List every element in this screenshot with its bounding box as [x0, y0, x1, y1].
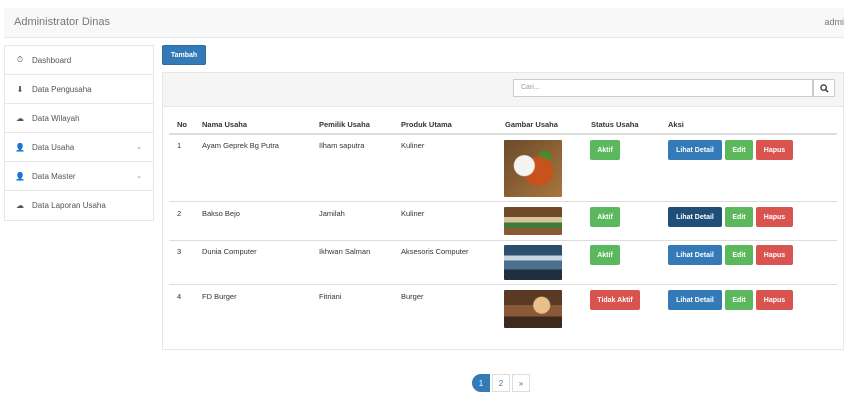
table-cell-nama: Bakso Bejo	[202, 209, 240, 218]
view-detail-button[interactable]: Lihat Detail	[668, 207, 722, 227]
panel-header: Cari...	[163, 73, 843, 107]
delete-button[interactable]: Hapus	[756, 290, 793, 310]
table-cell-produk: Kuliner	[401, 209, 425, 218]
row-divider	[169, 240, 837, 241]
column-header-aksi: Aksi	[668, 120, 684, 129]
business-image	[504, 207, 562, 235]
pagination: 1 2 »	[472, 374, 532, 392]
sidebar-item-label: Data Master	[32, 171, 76, 181]
search-button[interactable]	[813, 79, 835, 97]
brand-title[interactable]: Administrator Dinas	[14, 16, 110, 28]
column-header-pemilik-usaha: Pemilik Usaha	[319, 120, 370, 129]
page-1-button[interactable]: 1	[472, 374, 490, 392]
sidebar-item-label: Data Usaha	[32, 142, 75, 152]
row-divider	[169, 201, 837, 202]
sidebar-item-data-usaha[interactable]: 👤 Data Usaha ⌄	[5, 133, 153, 162]
status-badge: Aktif	[590, 140, 620, 160]
business-image	[504, 245, 562, 280]
delete-button[interactable]: Hapus	[756, 245, 793, 265]
sidebar-item-dashboard[interactable]: ⏱ Dashboard	[5, 46, 153, 75]
table-cell-produk: Kuliner	[401, 141, 425, 150]
table-cell-nama: FD Burger	[202, 292, 237, 301]
cloud-icon: ☁	[16, 201, 24, 210]
search-icon	[819, 83, 829, 93]
column-header-gambar-usaha: Gambar Usaha	[505, 120, 558, 129]
top-navbar: Administrator Dinas admi	[4, 8, 844, 38]
sidebar-item-label: Data Pengusaha	[32, 84, 92, 94]
sidebar-item-data-laporan-usaha[interactable]: ☁ Data Laporan Usaha	[5, 191, 153, 220]
column-header-no: No	[177, 120, 187, 129]
status-badge: Aktif	[590, 245, 620, 265]
table-cell-nama: Dunia Computer	[202, 247, 257, 256]
sidebar: ⏱ Dashboard ⬇ Data Pengusaha ☁ Data Wila…	[4, 45, 154, 221]
add-button[interactable]: Tambah	[162, 45, 206, 65]
delete-button[interactable]: Hapus	[756, 140, 793, 160]
user-icon: 👤	[15, 171, 25, 181]
sidebar-item-data-wilayah[interactable]: ☁ Data Wilayah	[5, 104, 153, 133]
column-header-status-usaha: Status Usaha	[591, 120, 639, 129]
user-icon: 👤	[15, 142, 25, 152]
delete-button[interactable]: Hapus	[756, 207, 793, 227]
sidebar-item-label: Data Wilayah	[32, 113, 80, 123]
edit-button[interactable]: Edit	[725, 290, 753, 310]
sidebar-item-label: Data Laporan Usaha	[32, 201, 106, 210]
column-header-produk-utama: Produk Utama	[401, 120, 452, 129]
column-header-nama-usaha: Nama Usaha	[202, 120, 248, 129]
row-divider	[169, 284, 837, 285]
business-image	[504, 140, 562, 197]
table-cell-pemilik: Ilham saputra	[319, 141, 365, 150]
edit-button[interactable]: Edit	[725, 140, 753, 160]
table-cell-pemilik: Ikhwan Salman	[319, 247, 371, 256]
cloud-icon: ☁	[16, 113, 24, 123]
table-cell-produk: Burger	[401, 292, 424, 301]
business-image	[504, 290, 562, 328]
table-cell-produk: Aksesoris Computer	[401, 247, 469, 256]
table-cell-no: 1	[177, 141, 182, 150]
view-detail-button[interactable]: Lihat Detail	[668, 245, 722, 265]
edit-button[interactable]: Edit	[725, 207, 753, 227]
download-icon: ⬇	[16, 84, 24, 94]
search-input[interactable]: Cari...	[513, 79, 813, 97]
chevron-down-icon: ⌄	[136, 144, 142, 151]
next-page-button[interactable]: »	[512, 374, 530, 392]
table-cell-no: 4	[177, 292, 182, 301]
chevron-down-icon: ⌄	[136, 173, 142, 180]
table-cell-pemilik: Fitriani	[319, 292, 342, 301]
page-2-button[interactable]: 2	[492, 374, 510, 392]
header-divider	[169, 133, 837, 135]
data-table-panel: Cari... No Nama Usaha Pemilik Usaha Prod…	[162, 72, 844, 350]
table-cell-pemilik: Jamilah	[319, 209, 345, 218]
sidebar-item-data-pengusaha[interactable]: ⬇ Data Pengusaha	[5, 75, 153, 104]
dashboard-icon: ⏱	[16, 55, 24, 64]
user-menu[interactable]: admi	[824, 17, 844, 27]
sidebar-item-data-master[interactable]: 👤 Data Master ⌄	[5, 162, 153, 191]
view-detail-button[interactable]: Lihat Detail	[668, 140, 722, 160]
table-cell-no: 2	[177, 209, 182, 218]
sidebar-item-label: Dashboard	[32, 55, 72, 65]
table-cell-no: 3	[177, 247, 182, 256]
status-badge: Aktif	[590, 207, 620, 227]
view-detail-button[interactable]: Lihat Detail	[668, 290, 722, 310]
status-badge: Tidak Aktif	[590, 290, 640, 310]
edit-button[interactable]: Edit	[725, 245, 753, 265]
table-cell-nama: Ayam Geprek Bg Putra	[202, 141, 279, 150]
